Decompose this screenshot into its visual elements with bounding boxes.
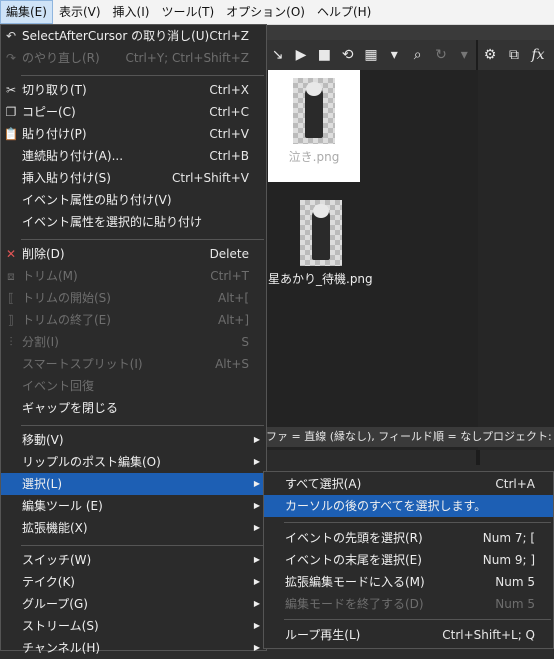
split-icon: ⫶ — [9, 335, 13, 349]
menu-item-ripple[interactable]: リップルのポスト編集(O) ▶ — [1, 451, 266, 473]
menu-item-exit-edit-mode[interactable]: 編集モードを終了する(D) Num 5 — [264, 593, 553, 615]
menu-item-paste-attributes-selective[interactable]: イベント属性を選択的に貼り付け — [1, 211, 266, 233]
edit-menu: ↶ SelectAfterCursor の取り消し(U) Ctrl+Z ↷ のや… — [0, 24, 267, 655]
media-item-selected[interactable]: 泣き.png — [268, 70, 360, 182]
menu-bar: 編集(E) 表示(V) 挿入(I) ツール(T) オプション(O) ヘルプ(H) — [0, 0, 554, 25]
media-pane: 泣き.png 星あかり_待機.png — [266, 70, 478, 450]
project-status: プロジェクト: 1 — [482, 430, 554, 443]
menu-item-paste-attributes[interactable]: イベント属性の貼り付け(V) — [1, 189, 266, 211]
submenu-arrow-icon: ▶ — [253, 555, 260, 564]
menu-item-edit-tool[interactable]: 編集ツール (E) ▶ — [1, 495, 266, 517]
scissors-icon: ✂ — [5, 83, 17, 97]
copy-icon: ❐ — [5, 105, 17, 119]
trim-icon: ⧈ — [7, 269, 15, 283]
search-icon[interactable]: ⌕ — [406, 43, 429, 67]
menu-options[interactable]: オプション(O) — [220, 0, 311, 24]
trim-end-icon: ⟧ — [8, 313, 14, 327]
menu-separator — [21, 75, 264, 76]
stop-icon[interactable]: ■ — [313, 43, 336, 67]
menu-item-stream[interactable]: ストリーム(S) ▶ — [1, 615, 266, 637]
menu-item-smart-split[interactable]: スマートスプリット(I) Alt+S — [1, 353, 266, 375]
media-filename: 星あかり_待機.png — [268, 272, 373, 286]
menu-item-trim-start[interactable]: ⟦ トリムの開始(S) Alt+[ — [1, 287, 266, 309]
submenu-arrow-icon: ▶ — [253, 643, 260, 652]
menu-item-close-gap[interactable]: ギャップを閉じる — [1, 397, 266, 419]
menu-item-redo[interactable]: ↷ のやり直し(R) Ctrl+Y; Ctrl+Shift+Z — [1, 47, 266, 69]
menu-separator — [284, 522, 551, 523]
menu-item-cut[interactable]: ✂ 切り取り(T) Ctrl+X — [1, 79, 266, 101]
paste-icon: 📋 — [3, 127, 19, 141]
menu-item-select[interactable]: 選択(L) ▶ — [1, 473, 266, 495]
media-toolbar: ↘ ▶ ■ ⟲ ▦ ▾ ⌕ ↻ ▾ — [266, 40, 476, 70]
plugin-icon[interactable]: ⧉ — [502, 43, 526, 67]
menu-item-take[interactable]: テイク(K) ▶ — [1, 571, 266, 593]
menu-item-switch[interactable]: スイッチ(W) ▶ — [1, 549, 266, 571]
refresh-icon[interactable]: ↻ — [429, 43, 452, 67]
auto-preview-icon[interactable]: ⟲ — [336, 43, 359, 67]
status-bar: ファ = 直線 (縁なし), フィールド順 = なし プロジェクト: 1 — [266, 427, 554, 447]
menu-item-undo[interactable]: ↶ SelectAfterCursor の取り消し(U) Ctrl+Z — [1, 25, 266, 47]
menu-edit[interactable]: 編集(E) — [0, 0, 53, 24]
menu-item-group[interactable]: グループ(G) ▶ — [1, 593, 266, 615]
menu-item-loop-playback[interactable]: ループ再生(L) Ctrl+Shift+L; Q — [264, 624, 553, 646]
menu-tools[interactable]: ツール(T) — [155, 0, 220, 24]
menu-item-delete[interactable]: ✕ 削除(D) Delete — [1, 243, 266, 265]
submenu-arrow-icon: ▶ — [253, 479, 260, 488]
redo-icon: ↷ — [5, 51, 17, 65]
menu-separator — [21, 545, 264, 546]
right-pane — [478, 70, 554, 450]
fx-icon[interactable]: fx — [526, 43, 550, 67]
menu-item-move[interactable]: 移動(V) ▶ — [1, 429, 266, 451]
menu-item-channel[interactable]: チャンネル(H) ▶ — [1, 637, 266, 659]
menu-item-copy[interactable]: ❐ コピー(C) Ctrl+C — [1, 101, 266, 123]
menu-item-select-event-start[interactable]: イベントの先頭を選択(R) Num 7; [ — [264, 527, 553, 549]
menu-item-select-after-cursor[interactable]: カーソルの後のすべてを選択します。 — [264, 495, 553, 517]
menu-item-trim[interactable]: ⧈ トリム(M) Ctrl+T — [1, 265, 266, 287]
menu-separator — [21, 239, 264, 240]
dropdown-icon-2[interactable]: ▾ — [453, 43, 476, 67]
submenu-arrow-icon: ▶ — [253, 501, 260, 510]
trim-start-icon: ⟦ — [8, 291, 14, 305]
menu-item-enter-extended-edit[interactable]: 拡張編集モードに入る(M) Num 5 — [264, 571, 553, 593]
submenu-arrow-icon: ▶ — [253, 435, 260, 444]
submenu-arrow-icon: ▶ — [253, 523, 260, 532]
play-icon[interactable]: ▶ — [289, 43, 312, 67]
menu-item-select-all[interactable]: すべて選択(A) Ctrl+A — [264, 473, 553, 495]
status-text: ファ = 直線 (縁なし), フィールド順 = なし — [266, 430, 483, 443]
menu-view[interactable]: 表示(V) — [53, 0, 107, 24]
media-filename: 泣き.png — [288, 150, 340, 164]
submenu-arrow-icon: ▶ — [253, 457, 260, 466]
menu-separator — [284, 619, 551, 620]
menu-help[interactable]: ヘルプ(H) — [311, 0, 377, 24]
menu-item-paste[interactable]: 📋 貼り付け(P) Ctrl+V — [1, 123, 266, 145]
submenu-arrow-icon: ▶ — [253, 621, 260, 630]
menu-item-split[interactable]: ⫶ 分割(I) S — [1, 331, 266, 353]
menu-item-paste-insert[interactable]: 挿入貼り付け(S) Ctrl+Shift+V — [1, 167, 266, 189]
undo-icon: ↶ — [5, 29, 17, 43]
import-icon[interactable]: ↘ — [266, 43, 289, 67]
menu-item-paste-repeat[interactable]: 連続貼り付け(A)... Ctrl+B — [1, 145, 266, 167]
right-toolbar: ⚙ ⧉ fx — [478, 40, 554, 70]
submenu-arrow-icon: ▶ — [253, 577, 260, 586]
gear-icon[interactable]: ⚙ — [478, 43, 502, 67]
delete-icon: ✕ — [5, 247, 17, 261]
menu-item-event-restore[interactable]: イベント回復 — [1, 375, 266, 397]
media-thumbnail — [300, 200, 342, 266]
menu-separator — [21, 425, 264, 426]
menu-item-extensions[interactable]: 拡張機能(X) ▶ — [1, 517, 266, 539]
dropdown-icon[interactable]: ▾ — [383, 43, 406, 67]
view-icon[interactable]: ▦ — [359, 43, 382, 67]
menu-item-select-event-end[interactable]: イベントの末尾を選択(E) Num 9; ] — [264, 549, 553, 571]
menu-item-trim-end[interactable]: ⟧ トリムの終了(E) Alt+] — [1, 309, 266, 331]
select-submenu: すべて選択(A) Ctrl+A カーソルの後のすべてを選択します。 イベントの先… — [263, 471, 554, 649]
media-item[interactable]: 星あかり_待機.png — [266, 200, 376, 287]
media-thumbnail — [293, 78, 335, 144]
menu-insert[interactable]: 挿入(I) — [107, 0, 156, 24]
submenu-arrow-icon: ▶ — [253, 599, 260, 608]
